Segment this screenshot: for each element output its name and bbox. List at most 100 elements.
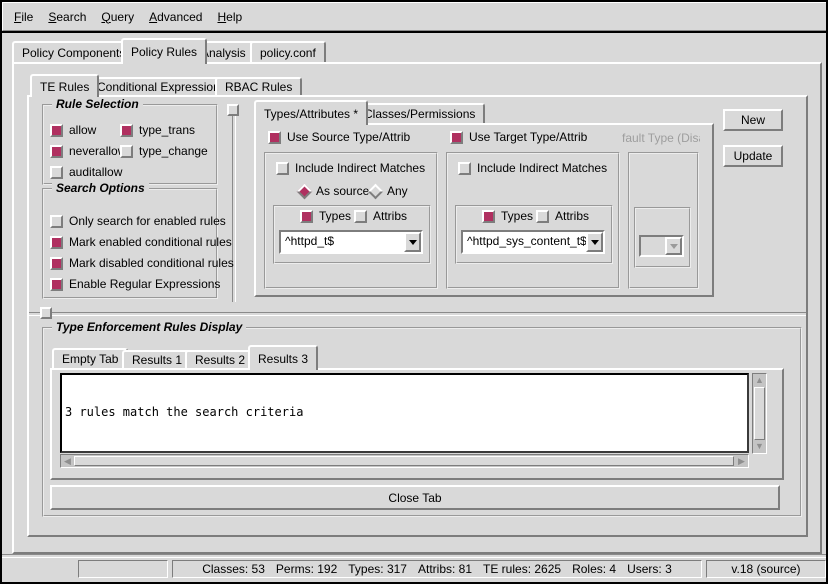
results-hscrollbar[interactable]: ◀ ▶ bbox=[60, 454, 749, 468]
checkbox-mark-enabled[interactable]: Mark enabled conditional rules bbox=[50, 235, 232, 249]
checkbox-indicator bbox=[482, 210, 495, 223]
checkbox-indicator bbox=[50, 278, 63, 291]
status-stat: Types: 317 bbox=[348, 562, 407, 576]
menubar-separator bbox=[2, 31, 826, 33]
checkbox-neverallow[interactable]: neverallow bbox=[50, 144, 126, 158]
scroll-left-icon[interactable]: ◀ bbox=[61, 455, 74, 467]
status-stat: Perms: 192 bbox=[276, 562, 337, 576]
close-tab-button[interactable]: Close Tab bbox=[50, 485, 780, 510]
checkbox-indicator bbox=[354, 210, 367, 223]
combo-value: ^httpd_t$ bbox=[281, 232, 404, 252]
radio-indicator bbox=[368, 183, 384, 199]
statusbar-separator bbox=[2, 554, 826, 558]
checkbox-label: Attribs bbox=[373, 209, 407, 223]
checkbox-indicator bbox=[120, 124, 133, 137]
status-stats-box: Classes: 53Perms: 192Types: 317Attribs: … bbox=[172, 560, 702, 578]
checkbox-indicator bbox=[50, 257, 63, 270]
checkbox-source-indirect[interactable]: Include Indirect Matches bbox=[276, 161, 425, 175]
checkbox-label: Mark enabled conditional rules bbox=[69, 235, 232, 249]
source-type-combo[interactable]: ^httpd_t$ bbox=[279, 230, 423, 254]
checkbox-use-target[interactable]: Use Target Type/Attrib bbox=[450, 130, 587, 144]
checkbox-mark-disabled[interactable]: Mark disabled conditional rules bbox=[50, 256, 234, 270]
tab-classes-permissions[interactable]: Classes/Permissions bbox=[354, 103, 485, 123]
horizontal-sash-line bbox=[29, 312, 806, 316]
checkbox-indicator bbox=[50, 124, 63, 137]
checkbox-indicator bbox=[50, 145, 63, 158]
tab-policy-components[interactable]: Policy Components bbox=[12, 41, 135, 62]
radio-as-source[interactable]: As source bbox=[299, 184, 369, 198]
update-button[interactable]: Update bbox=[723, 145, 783, 167]
tab-policy-conf[interactable]: policy.conf bbox=[250, 41, 326, 62]
results-text-area[interactable]: 3 rules match the search criteria (5822)… bbox=[60, 373, 749, 453]
status-stat: TE rules: 2625 bbox=[483, 562, 561, 576]
tab-te-rules[interactable]: TE Rules bbox=[30, 74, 99, 97]
checkbox-only-enabled[interactable]: Only search for enabled rules bbox=[50, 214, 226, 228]
tab-results-3[interactable]: Results 3 bbox=[248, 345, 318, 370]
checkbox-label: Types bbox=[501, 209, 533, 223]
vertical-sash-line bbox=[232, 104, 236, 302]
checkbox-target-indirect[interactable]: Include Indirect Matches bbox=[458, 161, 607, 175]
checkbox-use-source[interactable]: Use Source Type/Attrib bbox=[268, 130, 410, 144]
checkbox-label: Include Indirect Matches bbox=[295, 161, 425, 175]
radio-any[interactable]: Any bbox=[370, 184, 408, 198]
scroll-right-icon[interactable]: ▶ bbox=[735, 455, 748, 467]
checkbox-source-types[interactable]: Types bbox=[300, 209, 351, 223]
tab-label: Policy Components bbox=[22, 46, 125, 60]
vertical-sash-handle[interactable] bbox=[227, 104, 239, 116]
checkbox-label: Types bbox=[319, 209, 351, 223]
checkbox-label: Enable Regular Expressions bbox=[69, 277, 220, 291]
checkbox-regex[interactable]: Enable Regular Expressions bbox=[50, 277, 220, 291]
blank-line bbox=[65, 447, 744, 453]
dropdown-arrow-icon[interactable] bbox=[404, 232, 421, 252]
default-type-label: fault Type (Disa bbox=[622, 131, 700, 145]
radio-indicator bbox=[297, 183, 313, 199]
tab-results-2[interactable]: Results 2 bbox=[185, 350, 255, 368]
checkbox-label: type_trans bbox=[139, 123, 195, 137]
tab-label: policy.conf bbox=[260, 46, 316, 60]
checkbox-target-attribs[interactable]: Attribs bbox=[536, 209, 589, 223]
status-stat: Roles: 4 bbox=[572, 562, 616, 576]
checkbox-label: Attribs bbox=[555, 209, 589, 223]
vscroll-thumb[interactable] bbox=[754, 387, 765, 440]
radio-label: Any bbox=[387, 184, 408, 198]
dropdown-arrow-icon[interactable] bbox=[586, 232, 603, 252]
menu-advanced[interactable]: Advanced bbox=[149, 10, 202, 24]
scroll-down-icon[interactable]: ▼ bbox=[753, 440, 766, 453]
tab-rbac-rules[interactable]: RBAC Rules bbox=[215, 77, 302, 95]
tab-label: Results 1 bbox=[132, 353, 182, 367]
tab-label: Classes/Permissions bbox=[364, 107, 475, 121]
status-box-empty bbox=[78, 560, 168, 578]
results-vscrollbar[interactable]: ▲ ▼ bbox=[752, 373, 767, 454]
checkbox-allow[interactable]: allow bbox=[50, 123, 96, 137]
tab-policy-rules[interactable]: Policy Rules bbox=[121, 38, 207, 64]
results-summary: 3 rules match the search criteria bbox=[65, 405, 744, 419]
menu-search[interactable]: Search bbox=[48, 10, 86, 24]
menu-help[interactable]: Help bbox=[217, 10, 242, 24]
new-button[interactable]: New bbox=[723, 109, 783, 131]
checkbox-indicator bbox=[300, 210, 313, 223]
checkbox-label: allow bbox=[69, 123, 96, 137]
menu-query[interactable]: Query bbox=[101, 10, 134, 24]
checkbox-target-types[interactable]: Types bbox=[482, 209, 533, 223]
checkbox-source-attribs[interactable]: Attribs bbox=[354, 209, 407, 223]
hscroll-thumb[interactable] bbox=[74, 456, 734, 466]
tab-results-1[interactable]: Results 1 bbox=[122, 350, 192, 368]
checkbox-indicator bbox=[450, 131, 463, 144]
checkbox-indicator bbox=[276, 162, 289, 175]
menu-file[interactable]: File bbox=[14, 10, 33, 24]
tab-label: Types/Attributes * bbox=[264, 107, 358, 121]
default-type-combo bbox=[639, 235, 684, 257]
tab-conditional-expressions[interactable]: Conditional Expressions bbox=[87, 77, 236, 95]
checkbox-indicator bbox=[120, 145, 133, 158]
tab-types-attributes[interactable]: Types/Attributes * bbox=[254, 100, 368, 125]
checkbox-type-trans[interactable]: type_trans bbox=[120, 123, 195, 137]
button-label: Close Tab bbox=[388, 491, 441, 505]
checkbox-type-change[interactable]: type_change bbox=[120, 144, 208, 158]
checkbox-indicator bbox=[50, 236, 63, 249]
checkbox-auditallow[interactable]: auditallow bbox=[50, 165, 122, 179]
tab-empty-tab[interactable]: Empty Tab bbox=[52, 348, 128, 368]
target-type-combo[interactable]: ^httpd_sys_content_t$ bbox=[461, 230, 605, 254]
horizontal-sash-handle[interactable] bbox=[40, 307, 52, 319]
scroll-up-icon[interactable]: ▲ bbox=[753, 374, 766, 387]
status-stat: Classes: 53 bbox=[202, 562, 265, 576]
